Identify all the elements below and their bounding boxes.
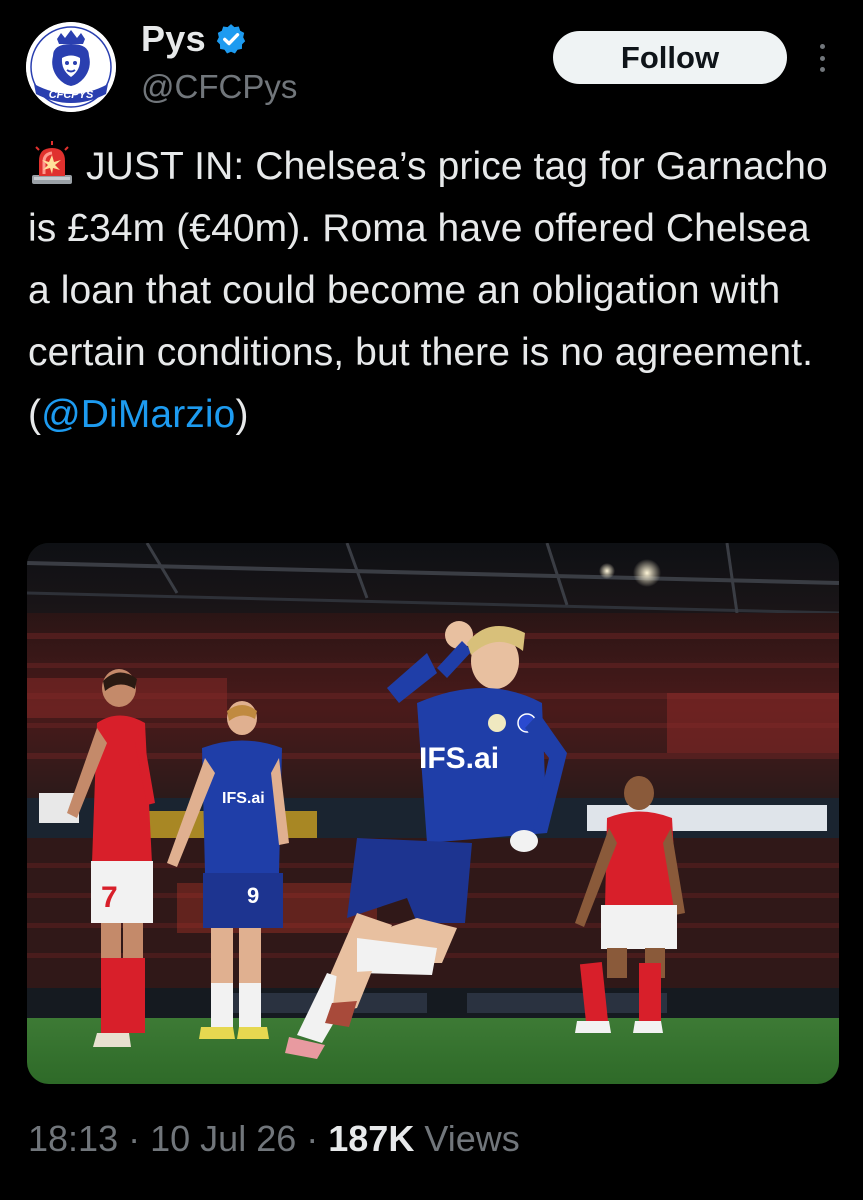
main-sponsor-text: IFS.ai (419, 742, 499, 775)
tweet-photo[interactable]: 7 IFS.ai 9 IFS.ai (27, 543, 839, 1084)
display-name[interactable]: Pys (141, 18, 206, 60)
follow-button[interactable]: Follow (553, 31, 787, 84)
mention-link[interactable]: @DiMarzio (41, 393, 235, 436)
mid-player-number: 9 (247, 883, 259, 908)
views-count: 187K (328, 1118, 415, 1159)
tweet-meta: 18:13 · 10 Jul 26 · 187K Views (28, 1118, 520, 1160)
views-label: Views (424, 1118, 520, 1159)
avatar-text: CFCPYS (49, 89, 94, 101)
avatar[interactable]: CFCPYS (26, 22, 116, 112)
meta-separator: · (128, 1118, 141, 1159)
tweet-text: JUST IN: Chelsea’s price tag for Garnach… (28, 136, 838, 446)
police-light-icon (32, 141, 72, 184)
left-player-number: 7 (101, 881, 118, 914)
author-name-row: Pys (141, 14, 248, 64)
cfcpys-logo: CFCPYS (26, 22, 116, 112)
author-handle[interactable]: @CFCPys (141, 68, 297, 106)
football-celebration-image: 7 IFS.ai 9 IFS.ai (27, 543, 839, 1084)
more-options-icon[interactable] (812, 38, 832, 78)
verified-badge-icon (216, 24, 246, 54)
tweet-body-end: ) (235, 393, 249, 436)
tweet-date[interactable]: 10 Jul 26 (150, 1118, 296, 1159)
meta-separator-2: · (306, 1118, 319, 1159)
mid-sponsor-text: IFS.ai (222, 790, 265, 807)
tweet-time[interactable]: 18:13 (28, 1118, 118, 1159)
